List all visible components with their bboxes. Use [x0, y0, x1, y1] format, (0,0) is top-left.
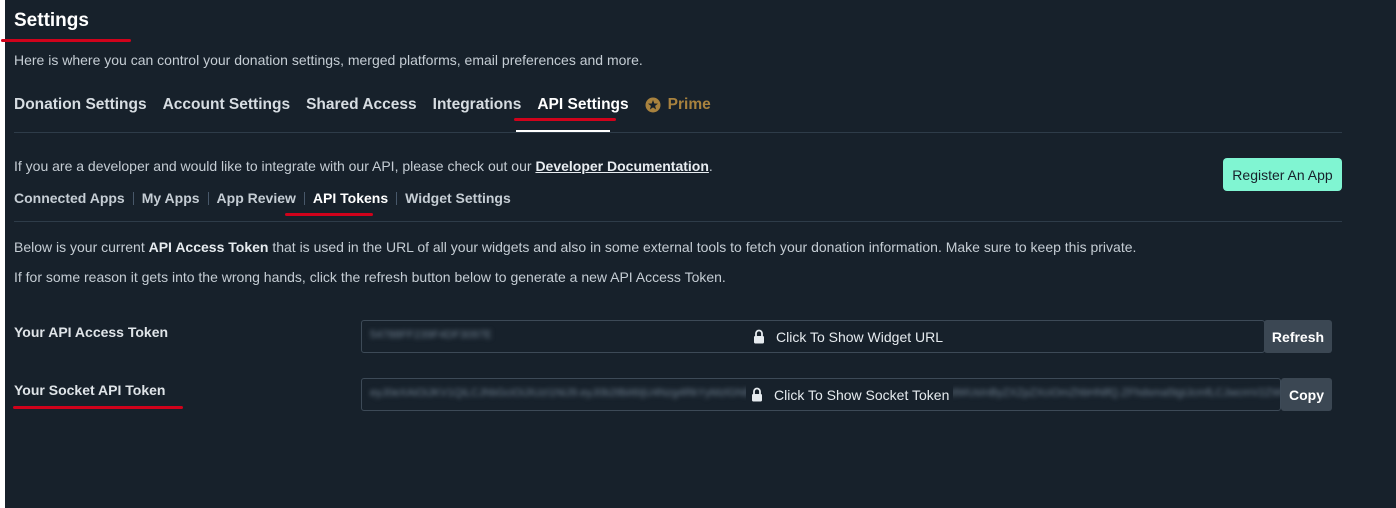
show-socket-token-overlay[interactable]: Click To Show Socket Token: [746, 379, 954, 410]
api-subtabs: Connected Apps My Apps App Review API To…: [14, 190, 511, 206]
api-access-token-blurred: 54788FF239F4DF3097E: [370, 329, 492, 341]
api-access-token-label: Your API Access Token: [14, 324, 169, 340]
subtab-app-review[interactable]: App Review: [217, 190, 296, 206]
token-description-text: Below is your current: [14, 239, 149, 255]
register-app-button[interactable]: Register An App: [1223, 158, 1342, 191]
developer-info-text: If you are a developer and would like to…: [14, 158, 536, 174]
tab-api-settings[interactable]: API Settings: [537, 96, 628, 114]
annotation-api-settings-underline: [514, 118, 616, 121]
subtab-separator: [396, 191, 398, 205]
lock-icon: [752, 387, 762, 402]
subtab-separator: [303, 191, 305, 205]
token-description: Below is your current API Access Token t…: [14, 239, 1136, 255]
subtab-separator: [207, 191, 209, 205]
subtab-separator: [132, 191, 134, 205]
developer-info-suffix: .: [708, 158, 713, 174]
subtab-widget-settings[interactable]: Widget Settings: [405, 190, 511, 206]
tabs-divider: [14, 132, 1342, 133]
settings-tabs: Donation Settings Account Settings Share…: [14, 96, 711, 114]
api-access-token-field[interactable]: 54788FF239F4DF3097E Click To Show Widget…: [361, 320, 1265, 353]
annotation-api-tokens-underline: [285, 213, 373, 216]
copy-button[interactable]: Copy: [1281, 378, 1332, 411]
socket-api-token-label: Your Socket API Token: [14, 382, 166, 398]
show-widget-url-label: Click To Show Widget URL: [776, 328, 944, 345]
token-description-emphasis: API Access Token: [148, 239, 269, 255]
tab-shared-access[interactable]: Shared Access: [306, 96, 417, 114]
subtab-my-apps[interactable]: My Apps: [142, 190, 200, 206]
tab-account-settings[interactable]: Account Settings: [163, 96, 290, 114]
token-refresh-note: If for some reason it gets into the wron…: [14, 269, 726, 285]
page-subtitle: Here is where you can control your donat…: [14, 52, 643, 68]
developer-info: If you are a developer and would like to…: [14, 158, 713, 174]
tab-donation-settings[interactable]: Donation Settings: [14, 96, 147, 114]
show-socket-token-label: Click To Show Socket Token: [774, 386, 950, 403]
token-description-text-end: that is used in the URL of all your widg…: [268, 239, 1137, 255]
page-title: Settings: [14, 10, 89, 31]
annotation-settings-underline: [1, 39, 131, 42]
tab-integrations[interactable]: Integrations: [433, 96, 522, 114]
lock-icon: [754, 329, 764, 344]
refresh-button[interactable]: Refresh: [1264, 320, 1332, 353]
settings-page: Settings Here is where you can control y…: [1, 0, 1396, 508]
subtab-api-tokens[interactable]: API Tokens: [313, 190, 388, 206]
star-badge-icon: [645, 97, 661, 113]
show-widget-url-overlay[interactable]: Click To Show Widget URL: [752, 321, 943, 352]
subtabs-divider: [14, 221, 1342, 222]
annotation-socket-token-underline: [13, 406, 183, 409]
developer-documentation-link[interactable]: Developer Documentation: [535, 158, 708, 174]
subtab-connected-apps[interactable]: Connected Apps: [14, 190, 125, 206]
tab-prime[interactable]: Prime: [645, 96, 711, 114]
tab-prime-label: Prime: [667, 96, 711, 113]
socket-api-token-field[interactable]: eyJ0eXAiOiJKV1QiLCJhbGciOiJIUzI1NiJ9.eyJ…: [361, 378, 1281, 411]
